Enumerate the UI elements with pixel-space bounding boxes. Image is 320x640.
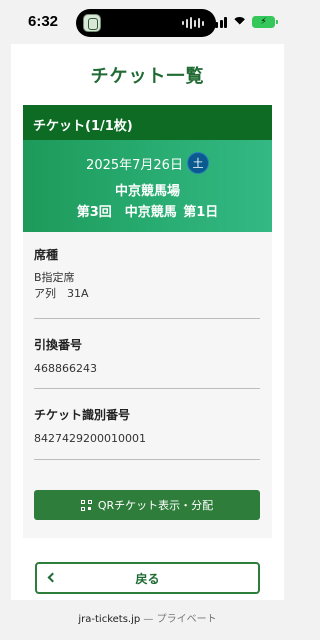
venue-name: 中京競馬場 [114,184,180,199]
ticket-count-header: チケット(1/1枚) [23,105,272,140]
exchange-number: 468866243 [34,362,97,375]
back-button-label: 戻る [135,571,160,586]
dynamic-island [76,9,216,37]
ticket-id-section: チケット識別番号 8427429200010001 [34,406,260,447]
seat-section: 席種 B指定席 ア列 31A [34,246,260,302]
private-mode-label: — プライベート [143,614,217,625]
qr-code-icon [80,499,92,511]
ticket-list-card: チケット一覧 チケット(1/1枚) 2025年7月26日 土 中京競馬場 第3回… [11,44,284,600]
exchange-label: 引換番号 [34,338,83,352]
ticket-details: 席種 B指定席 ア列 31A 引換番号 468866243 チケット識別番号 8… [23,232,272,538]
status-icons: ⚡ [210,16,278,28]
signal-icon [210,16,227,28]
ticket-id-label: チケット識別番号 [34,408,131,422]
chevron-left-icon [47,572,58,583]
meeting-name: 第3回 中京競馬 第1日 [76,205,219,220]
qr-button-label: QRチケット表示・分配 [97,499,214,512]
status-bar: 6:32 ⚡ [0,0,295,44]
url-domain: jra-tickets.jp [78,614,141,625]
event-date-row: 2025年7月26日 土 [23,152,272,174]
browser-url-bar[interactable]: jra-tickets.jp — プライベート [0,600,295,640]
seat-position: ア列 31A [34,287,89,300]
divider [34,388,260,389]
status-time: 6:32 [28,13,59,30]
divider [34,318,260,319]
divider [34,459,260,460]
page-title: チケット一覧 [90,66,205,87]
weekday-badge: 土 [186,152,209,174]
wifi-icon [232,16,247,28]
qr-ticket-button[interactable]: QRチケット表示・分配 [34,490,260,520]
app-icon [83,14,101,32]
event-info-band: 2025年7月26日 土 中京競馬場 第3回 中京競馬 第1日 [23,140,272,232]
seat-label: 席種 [34,248,59,262]
back-button[interactable]: 戻る [35,562,260,594]
battery-charging-icon: ⚡ [252,16,278,28]
seat-type: B指定席 [34,271,75,284]
event-date: 2025年7月26日 [86,157,183,173]
exchange-section: 引換番号 468866243 [34,336,260,377]
audio-waveform-icon [182,17,204,29]
ticket-id: 8427429200010001 [34,432,146,445]
